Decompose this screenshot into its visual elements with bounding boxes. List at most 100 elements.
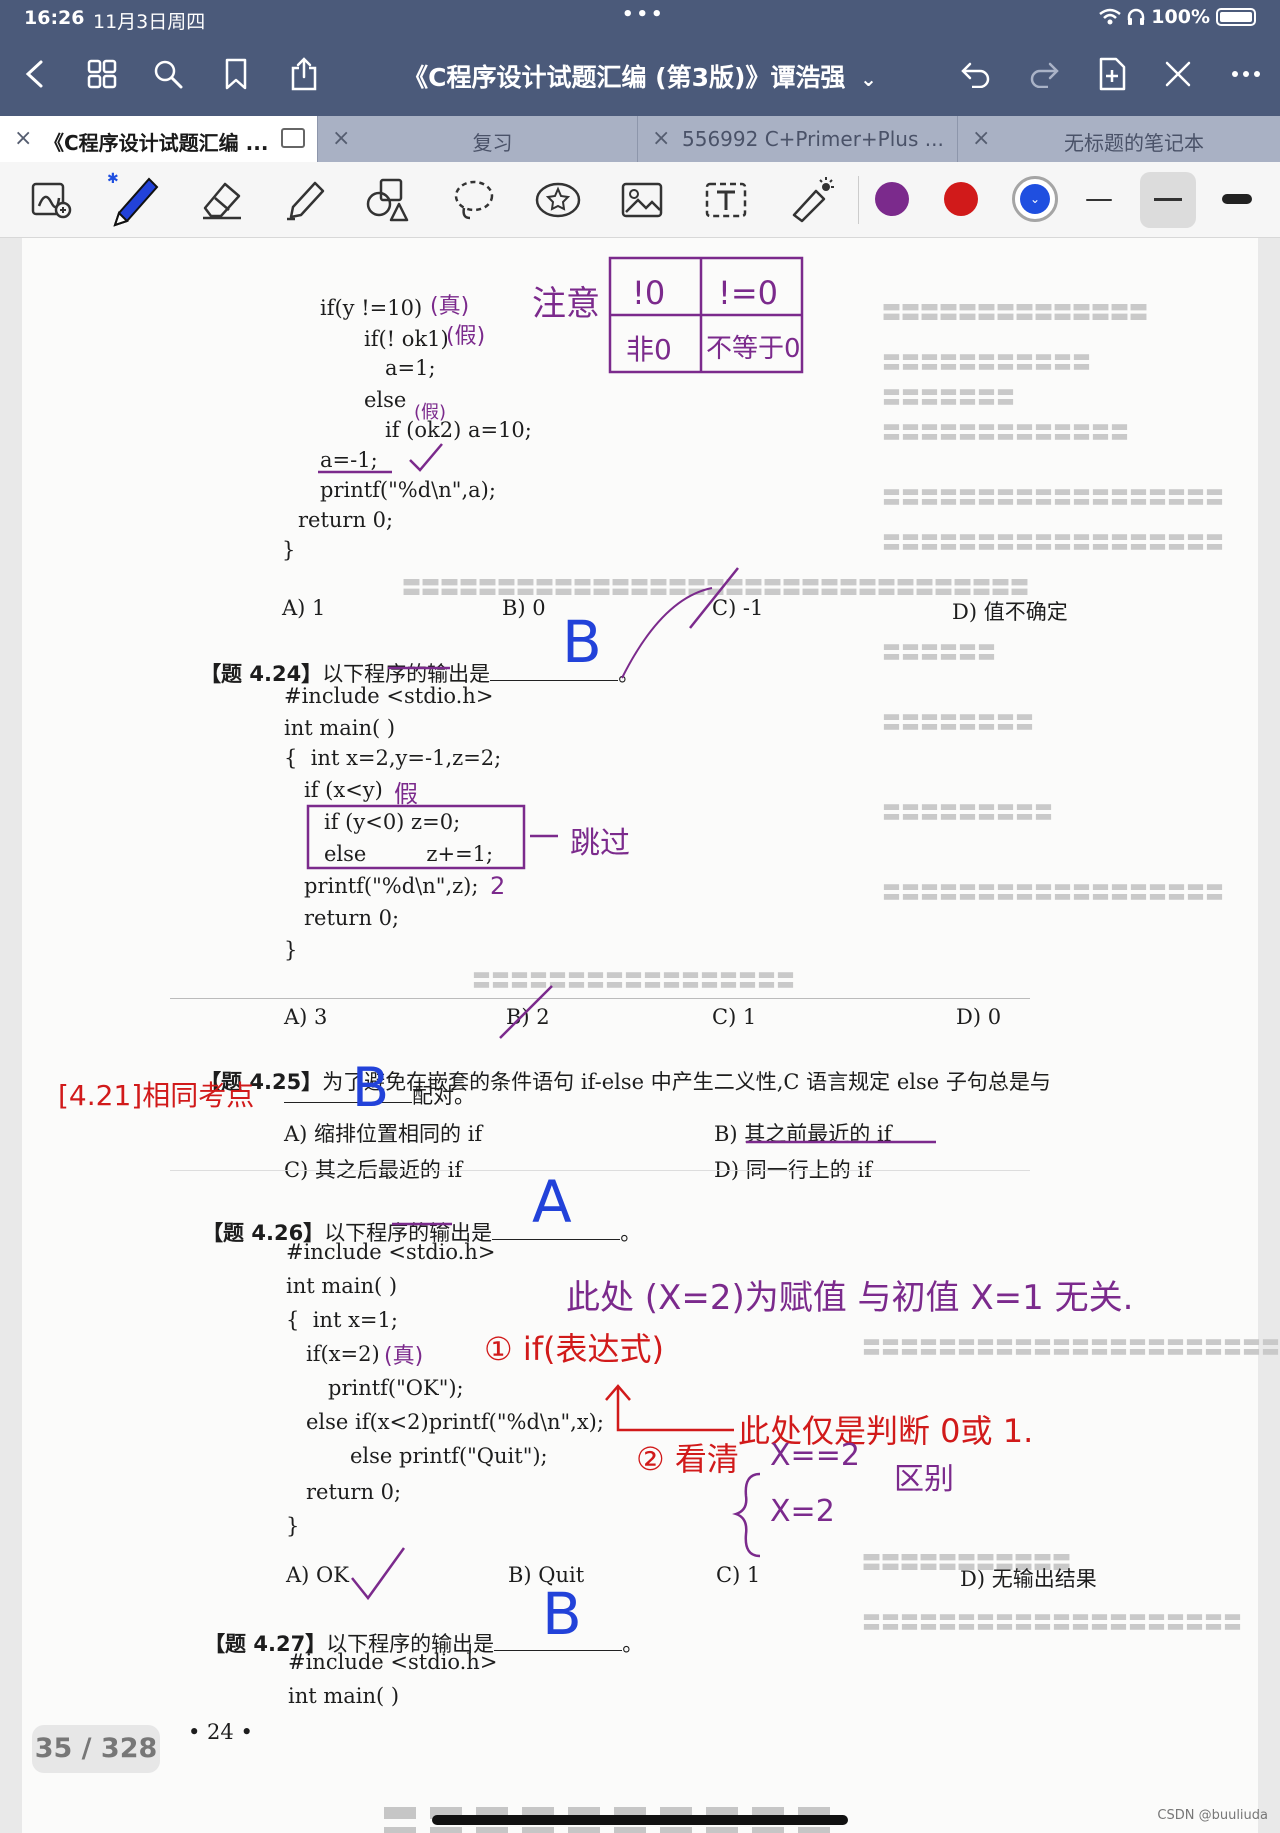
color-swatch-red[interactable] [944,182,978,216]
image-icon [621,182,663,218]
note-result: 2 [490,872,506,900]
highlighter-icon [287,181,325,221]
split-view-icon[interactable] [281,128,305,148]
redo-icon [1030,62,1059,88]
bookmark-icon [225,58,247,90]
answer-4-25: B [352,1056,390,1119]
page-indicator[interactable]: 35 / 328 [32,1725,160,1773]
stroke-medium-selected[interactable] [1140,172,1196,228]
note-false: (假) [414,402,447,423]
tab-label: 无标题的笔记本 [1064,131,1204,155]
stroke-thick[interactable] [1222,194,1252,204]
eraser-tool[interactable] [196,174,248,226]
answer-4-26: A [532,1168,572,1236]
note-assign: X=2 [770,1494,835,1529]
toolbar-divider [858,176,859,224]
add-page-icon [1099,57,1126,91]
home-indicator[interactable] [432,1815,848,1825]
tab-close-icon[interactable]: × [972,126,990,151]
status-bar: 16:26 11月3日周四 ••• 100% [0,0,1280,36]
status-time: 16:26 [24,7,85,29]
status-right: 100% [1099,6,1256,28]
share-icon [291,57,317,91]
back-button[interactable] [14,54,54,94]
pen-icon: ✱ [107,171,159,227]
shapes-tool[interactable] [362,174,414,226]
note-table-cell: !=0 [718,274,778,312]
lasso-icon [454,180,494,220]
highlighter-tool[interactable] [280,174,332,226]
note-look: ② 看清 [636,1440,739,1478]
chevron-left-icon [25,60,43,88]
more-icon [1232,71,1260,77]
redo-button[interactable] [1024,54,1064,94]
ink-layer [306,256,936,1601]
note-assignment: 此处 (X=2)为赋值 与初值 X=1 无关. [566,1278,1134,1318]
battery-percent: 100% [1151,6,1210,28]
status-date: 11月3日周四 [93,11,206,33]
chevron-down-icon: ⌄ [1020,184,1050,214]
note-false: (假) [446,324,486,349]
undo-button[interactable] [956,54,996,94]
close-tools-button[interactable] [1158,54,1198,94]
tab-review[interactable]: × 复习 [318,116,638,162]
laser-pointer-icon [792,177,834,223]
note-false: 假 [394,780,418,808]
lasso-tool[interactable] [448,174,500,226]
note-true: (真) [430,294,470,319]
note-table-cell: 不等于0 [706,334,801,364]
share-button[interactable] [284,54,324,94]
note-if-expression: ① if(表达式) [484,1330,664,1368]
multitask-dots[interactable]: ••• [622,4,666,25]
image-tool[interactable] [616,174,668,226]
bleed-through: 〓〓〓〓〓〓〓〓〓〓 [380,1792,840,1833]
tab-label: 复习 [472,131,513,155]
text-tool[interactable] [700,174,752,226]
eraser-icon [203,182,241,220]
zoom-window-icon [31,182,72,219]
top-bar: 16:26 11月3日周四 ••• 100% 《C程序设计试题汇编 (第3版)》… [0,0,1280,116]
tab-label: 556992 C+Primer+Plus ... [682,127,943,151]
answer-4-27: B [542,1580,582,1648]
battery-icon [1216,8,1256,26]
tab-close-icon[interactable]: × [652,126,670,151]
tab-close-icon[interactable]: × [332,126,350,151]
add-page-button[interactable] [1092,54,1132,94]
shapes-icon [366,178,409,222]
document-viewport[interactable]: 〓〓〓〓〓〓〓〓〓〓〓〓〓〓 〓〓〓〓〓〓〓〓〓〓〓 〓〓〓〓〓〓〓 〓〓〓〓〓… [0,238,1280,1833]
watermark-credit: CSDN @buuliuda [1157,1808,1268,1823]
sticker-tool[interactable] [532,174,584,226]
grid-view-button[interactable] [82,54,122,94]
wifi-icon [1099,8,1122,25]
tab-cpp-primer[interactable]: × 556992 C+Primer+Plus ... [638,116,958,162]
color-swatch-purple[interactable] [875,182,909,216]
zoom-lasso-tool[interactable] [26,174,78,226]
color-swatch-blue-selected[interactable]: ⌄ [1012,176,1058,222]
tab-close-icon[interactable]: × [14,126,32,151]
note-skip: 跳过 [570,826,630,861]
headphones-icon [1128,8,1145,25]
pen-tool[interactable]: ✱ [104,168,164,232]
search-button[interactable] [148,54,188,94]
sticker-icon [535,182,581,218]
chevron-down-icon: ⌄ [860,67,877,91]
stroke-thin[interactable] [1086,199,1112,201]
tab-untitled-notebook[interactable]: × 无标题的笔记本 [958,116,1280,162]
document-title[interactable]: 《C程序设计试题汇编 (第3版)》谭浩强 ⌄ [370,58,910,94]
undo-icon [961,62,990,88]
note-true: (真) [384,1344,424,1369]
bookmark-button[interactable] [216,54,256,94]
tab-strip: × 《C程序设计试题汇编 ... × 复习 × 556992 C+Primer+… [0,116,1280,162]
svg-text:✱: ✱ [107,171,119,187]
pen-off-icon [1165,61,1191,87]
tab-label: 《C程序设计试题汇编 ... [44,131,267,155]
tab-c-exercises[interactable]: × 《C程序设计试题汇编 ... [0,116,318,162]
document-title-text: 《C程序设计试题汇编 (第3版)》谭浩强 [403,63,846,92]
drawing-toolbar: ✱ ⌄ [0,162,1280,238]
note-table-cell: 非0 [626,333,672,366]
note-reference: [4.21]相同考点 [58,1079,255,1112]
title-bar: 《C程序设计试题汇编 (第3版)》谭浩强 ⌄ [0,44,1280,104]
pdf-page: 〓〓〓〓〓〓〓〓〓〓〓〓〓〓 〓〓〓〓〓〓〓〓〓〓〓 〓〓〓〓〓〓〓 〓〓〓〓〓… [22,238,1280,1833]
more-button[interactable] [1226,54,1266,94]
laser-pointer-tool[interactable] [786,174,838,226]
